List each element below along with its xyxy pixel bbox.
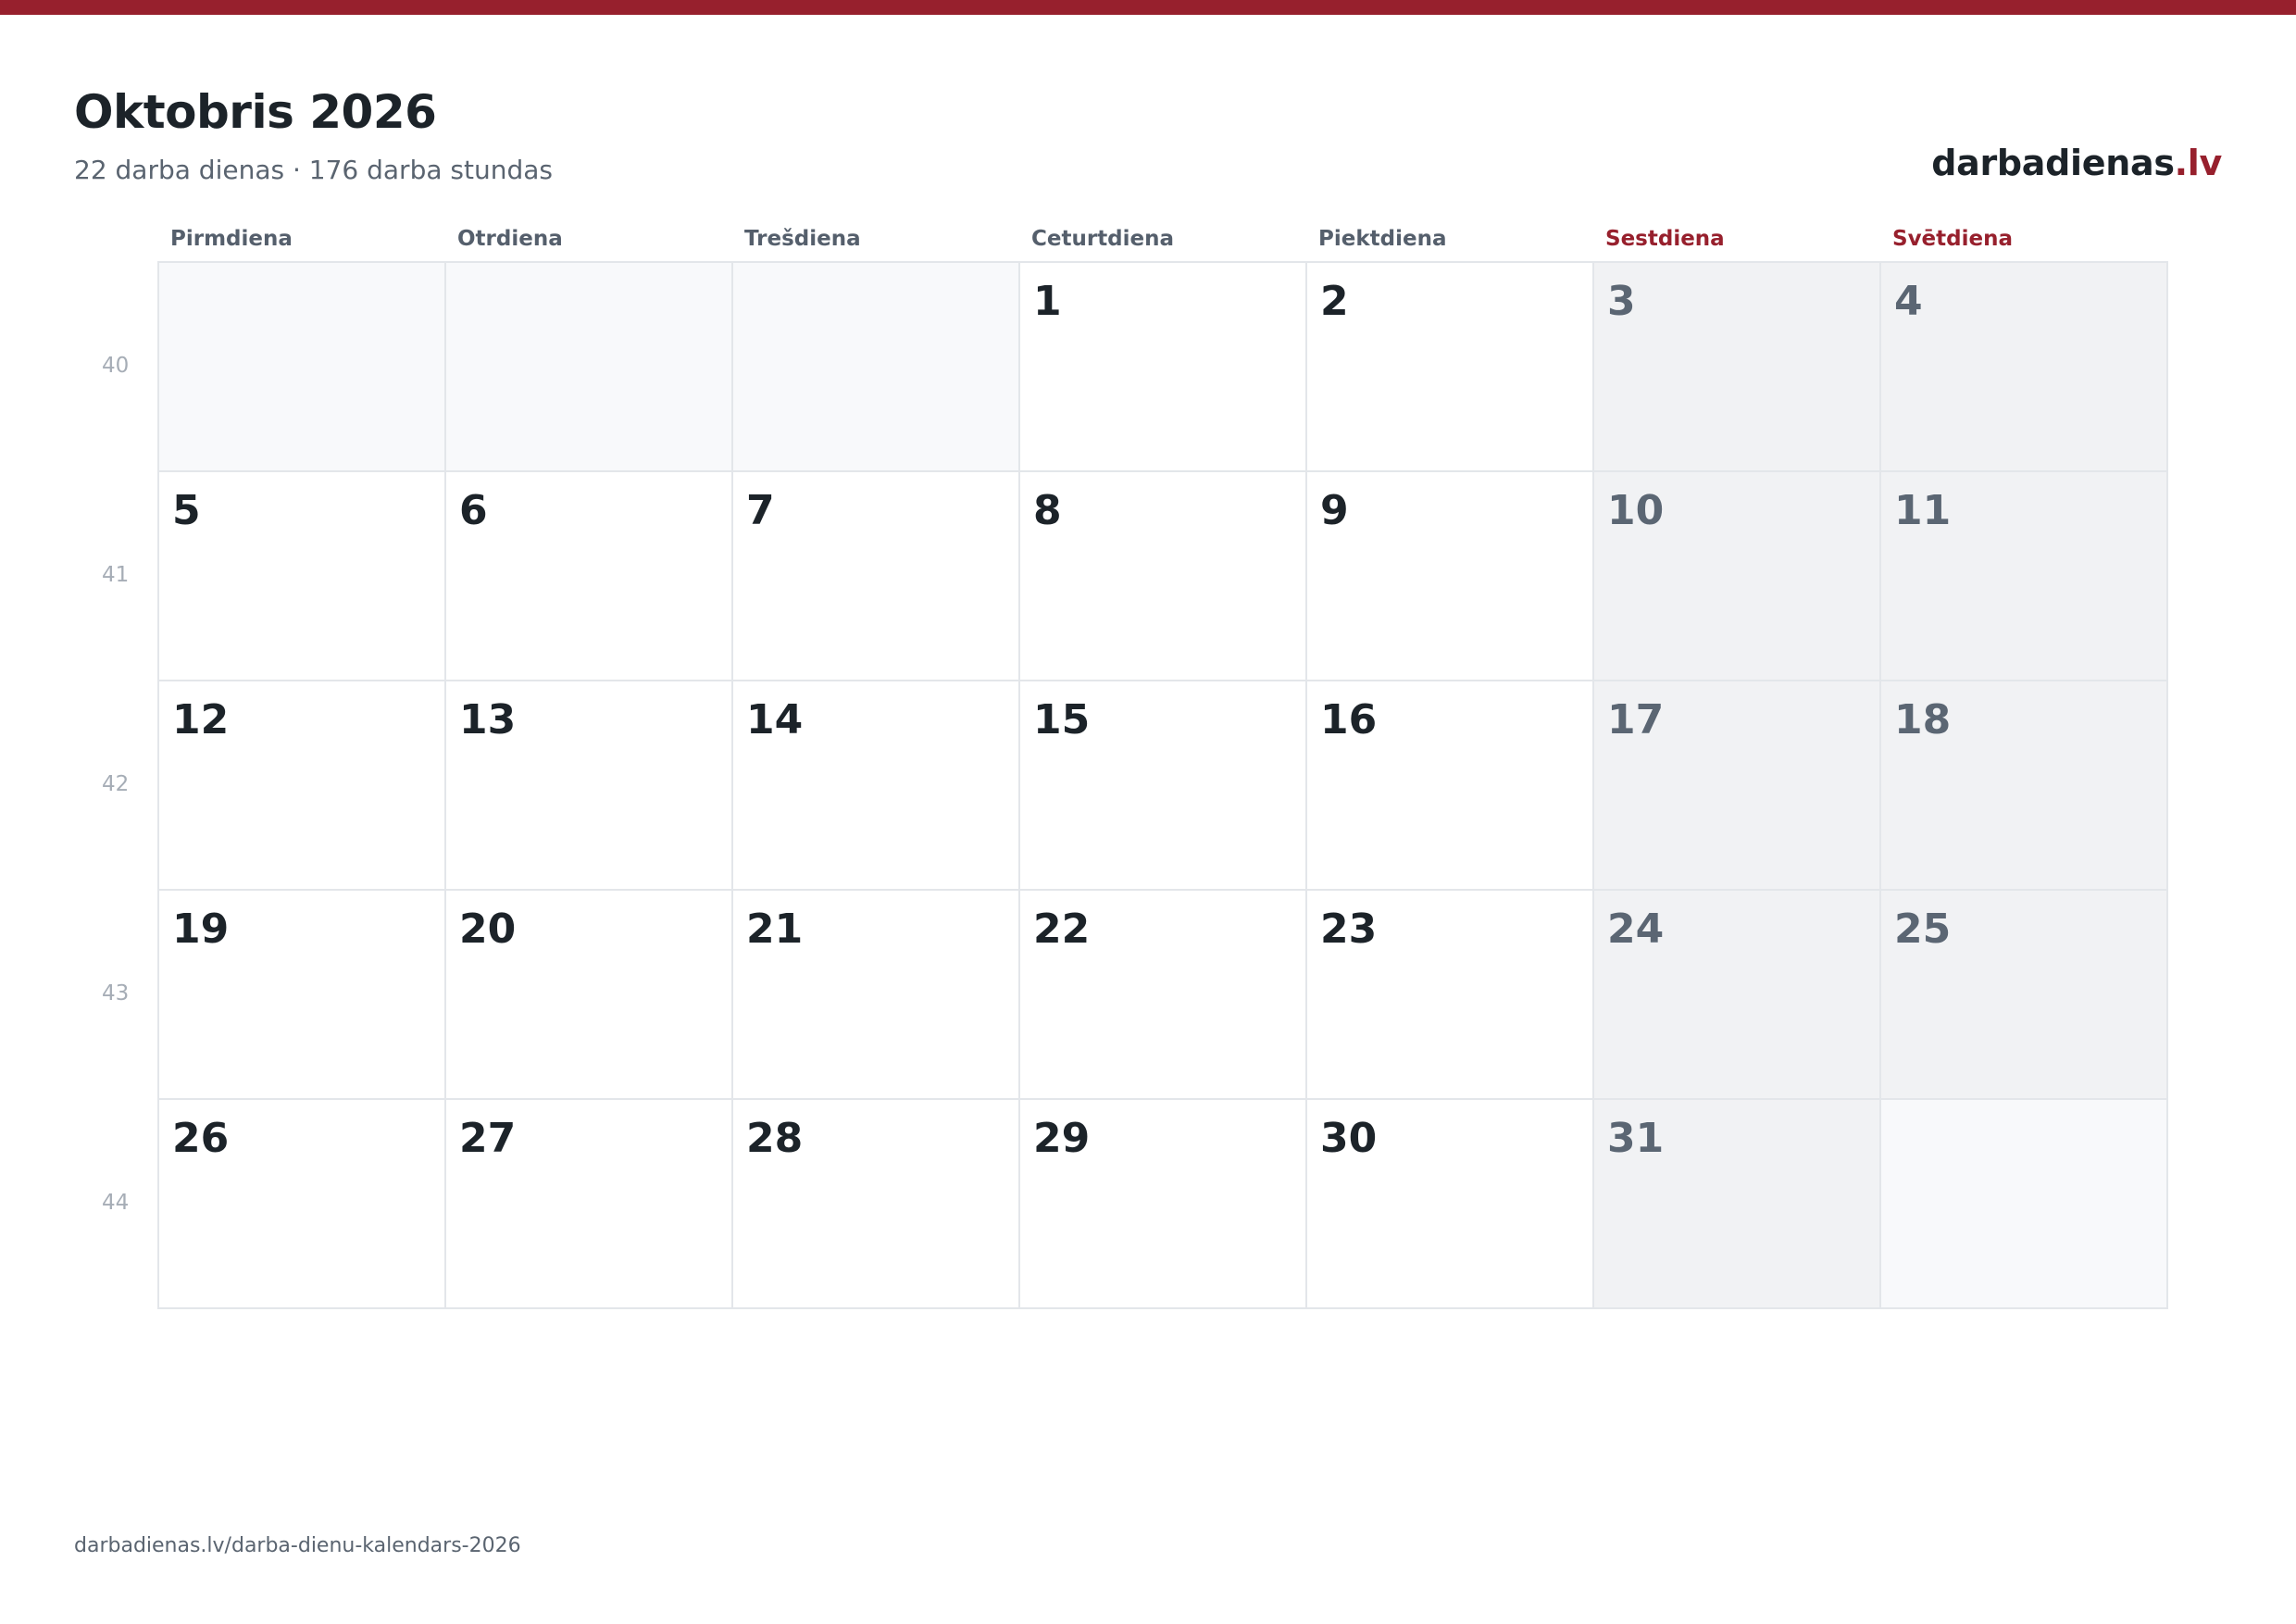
day-cell: 14 [733, 681, 1020, 891]
week-number: 42 [102, 772, 130, 796]
day-cell-empty [1881, 1100, 2168, 1309]
day-cell-weekend: 25 [1881, 891, 2168, 1100]
day-cell: 12 [159, 681, 446, 891]
day-cell: 23 [1307, 891, 1594, 1100]
day-number: 27 [459, 1115, 517, 1162]
day-cell-weekend: 31 [1594, 1100, 1881, 1309]
weekday-tuesday: Otrdiena [457, 227, 563, 251]
brand-logo: darbadienas.lv [1931, 139, 2222, 187]
brand-name: darbadienas [1931, 143, 2175, 183]
day-number: 6 [459, 487, 488, 534]
day-cell-empty [159, 263, 446, 472]
day-number: 7 [746, 487, 775, 534]
calendar-grid: 1 2 3 4 5 6 7 8 9 10 11 12 13 14 15 16 1… [157, 261, 2168, 1309]
weekday-wednesday: Trešdiena [744, 227, 861, 251]
weekday-friday: Piektdiena [1318, 227, 1447, 251]
week-numbers: 40 41 42 43 44 [74, 261, 157, 1307]
day-cell: 7 [733, 472, 1020, 681]
day-number: 11 [1894, 487, 1952, 534]
day-cell: 2 [1307, 263, 1594, 472]
weekday-thursday: Ceturtdiena [1031, 227, 1175, 251]
day-cell-weekend: 4 [1881, 263, 2168, 472]
day-cell: 9 [1307, 472, 1594, 681]
day-number: 21 [746, 906, 804, 953]
weekday-sunday: Svētdiena [1892, 227, 2013, 251]
day-number: 23 [1320, 906, 1378, 953]
day-number: 12 [172, 696, 230, 743]
day-cell: 13 [446, 681, 733, 891]
day-cell: 26 [159, 1100, 446, 1309]
day-number: 16 [1320, 696, 1378, 743]
day-number: 5 [172, 487, 201, 534]
day-cell: 6 [446, 472, 733, 681]
day-number: 22 [1033, 906, 1091, 953]
week-number: 40 [102, 354, 130, 378]
week-number: 41 [102, 563, 130, 587]
day-number: 10 [1607, 487, 1665, 534]
day-number: 13 [459, 696, 517, 743]
day-cell-empty [446, 263, 733, 472]
day-number: 3 [1607, 278, 1636, 325]
brand-tld: .lv [2174, 143, 2223, 183]
weekday-header: Pirmdiena Otrdiena Trešdiena Ceturtdiena… [157, 224, 2166, 261]
day-number: 31 [1607, 1115, 1665, 1162]
day-cell-weekend: 10 [1594, 472, 1881, 681]
day-number: 24 [1607, 906, 1665, 953]
day-cell-weekend: 17 [1594, 681, 1881, 891]
week-number: 44 [102, 1191, 130, 1215]
top-accent-bar [0, 0, 2296, 15]
weekday-monday: Pirmdiena [170, 227, 293, 251]
day-cell-weekend: 24 [1594, 891, 1881, 1100]
footer-url: darbadienas.lv/darba-dienu-kalendars-202… [74, 1534, 521, 1557]
day-number: 2 [1320, 278, 1349, 325]
day-number: 9 [1320, 487, 1349, 534]
day-number: 4 [1894, 278, 1923, 325]
day-cell: 16 [1307, 681, 1594, 891]
page-title: Oktobris 2026 [74, 85, 437, 139]
day-cell: 8 [1020, 472, 1307, 681]
day-cell-weekend: 11 [1881, 472, 2168, 681]
day-cell: 28 [733, 1100, 1020, 1309]
day-cell: 29 [1020, 1100, 1307, 1309]
day-cell: 19 [159, 891, 446, 1100]
day-cell-weekend: 3 [1594, 263, 1881, 472]
day-cell-weekend: 18 [1881, 681, 2168, 891]
day-cell: 22 [1020, 891, 1307, 1100]
day-number: 28 [746, 1115, 804, 1162]
day-number: 17 [1607, 696, 1665, 743]
day-number: 20 [459, 906, 517, 953]
week-number: 43 [102, 981, 130, 1006]
day-number: 8 [1033, 487, 1062, 534]
day-number: 14 [746, 696, 804, 743]
day-cell-empty [733, 263, 1020, 472]
day-cell: 21 [733, 891, 1020, 1100]
day-cell: 15 [1020, 681, 1307, 891]
day-number: 15 [1033, 696, 1091, 743]
day-number: 1 [1033, 278, 1062, 325]
page-subtitle: 22 darba dienas · 176 darba stundas [74, 155, 553, 185]
day-cell: 5 [159, 472, 446, 681]
day-cell: 1 [1020, 263, 1307, 472]
day-cell: 27 [446, 1100, 733, 1309]
day-number: 26 [172, 1115, 230, 1162]
day-number: 29 [1033, 1115, 1091, 1162]
day-number: 19 [172, 906, 230, 953]
weekday-saturday: Sestdiena [1605, 227, 1725, 251]
day-number: 30 [1320, 1115, 1378, 1162]
day-cell: 30 [1307, 1100, 1594, 1309]
day-number: 25 [1894, 906, 1952, 953]
day-number: 18 [1894, 696, 1952, 743]
day-cell: 20 [446, 891, 733, 1100]
